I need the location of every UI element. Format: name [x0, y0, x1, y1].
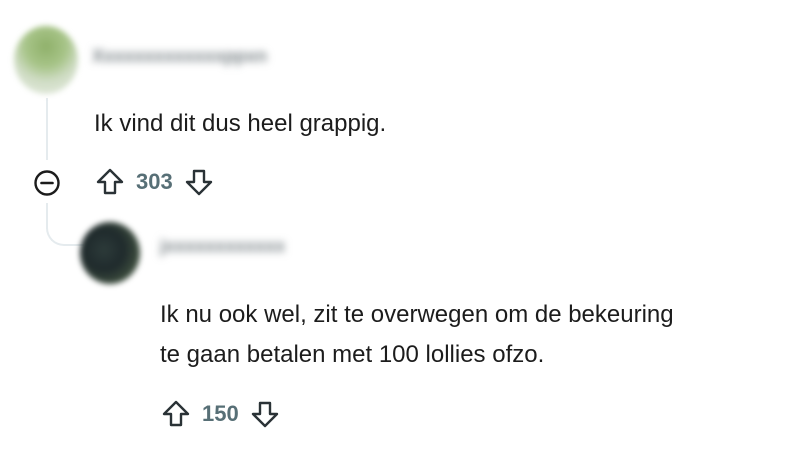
comment-body-line: te gaan betalen met 100 lollies ofzo. [160, 341, 545, 368]
comment-actions: 150 [156, 394, 285, 434]
avatar[interactable] [14, 26, 78, 94]
comment-body: Ik nu ook wel, zit te overwegen om de be… [160, 295, 674, 375]
arrow-down-icon [185, 169, 212, 196]
comment-actions: 303 [90, 162, 219, 202]
arrow-up-icon [96, 168, 124, 195]
thread-branch-line [46, 218, 84, 246]
upvote-button[interactable] [90, 162, 130, 202]
vote-score: 303 [136, 169, 173, 194]
arrow-down-icon [251, 401, 278, 428]
downvote-button[interactable] [245, 394, 285, 434]
thread-line [46, 98, 48, 160]
arrow-up-icon [162, 400, 190, 427]
comment-body-line: Ik nu ook wel, zit te overwegen om de be… [160, 301, 674, 328]
avatar[interactable] [80, 222, 140, 284]
minus-circle-icon [34, 170, 60, 196]
upvote-button[interactable] [156, 394, 196, 434]
comment-author[interactable]: Xxxxxxxxxxxxxppxn [92, 46, 267, 67]
downvote-button[interactable] [179, 162, 219, 202]
comment-body: Ik vind dit dus heel grappig. [94, 110, 387, 137]
collapse-thread-button[interactable] [31, 167, 63, 199]
comment-author[interactable]: jxxxxxxxxxxxx [160, 236, 285, 257]
vote-score: 150 [202, 401, 239, 426]
